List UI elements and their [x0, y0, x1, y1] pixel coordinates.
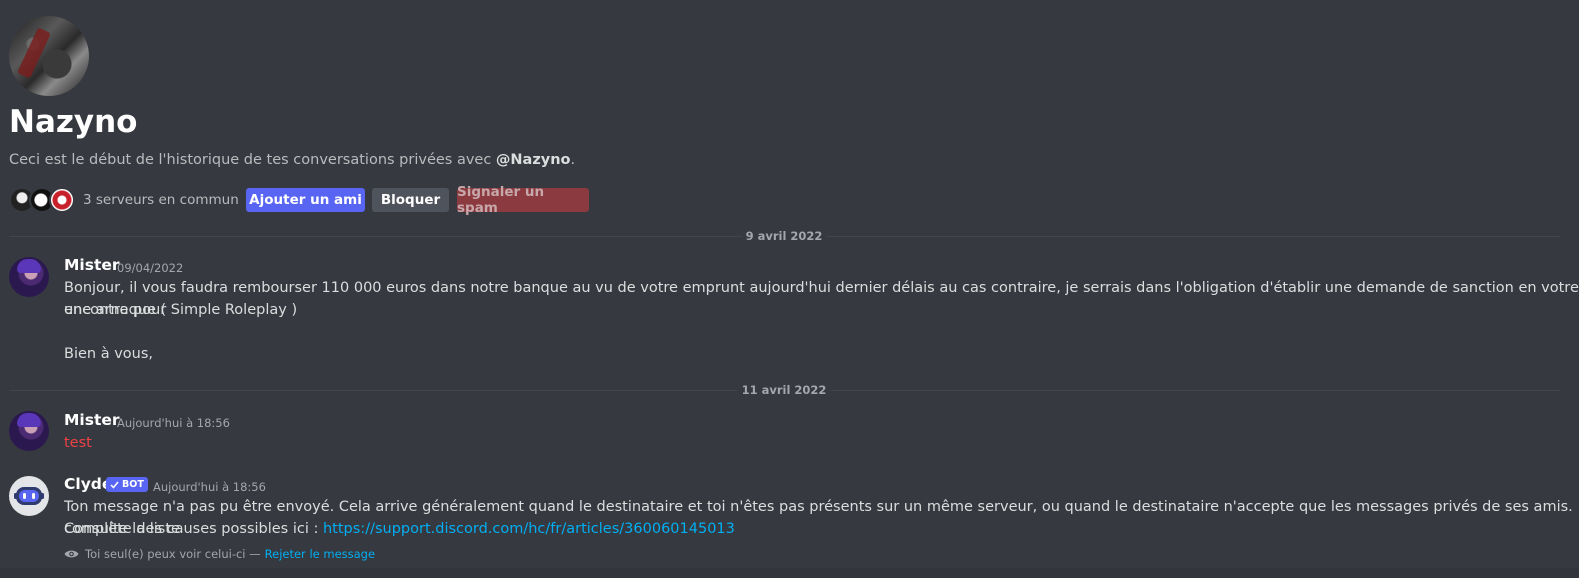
- message-content-line: complète des causes possibles ici : http…: [64, 521, 735, 537]
- user-avatar-large[interactable]: [9, 16, 89, 96]
- message-author[interactable]: Mister: [64, 411, 120, 429]
- dm-username: Nazyno: [9, 104, 138, 140]
- clyde-avatar[interactable]: [9, 476, 49, 516]
- message-content-line: Bien à vous,: [64, 346, 153, 362]
- message-timestamp: Aujourd'hui à 18:56: [153, 480, 266, 494]
- date-divider-label: 9 avril 2022: [741, 229, 827, 243]
- message-timestamp: 09/04/2022: [117, 261, 184, 275]
- block-button[interactable]: Bloquer: [372, 188, 449, 212]
- date-divider-label: 11 avril 2022: [737, 383, 831, 397]
- bottom-edge: [0, 568, 1579, 578]
- author-avatar[interactable]: [9, 257, 49, 297]
- report-spam-button[interactable]: Signaler un spam: [457, 184, 589, 216]
- dm-intro-text: Ceci est le début de l'historique de tes…: [9, 152, 576, 168]
- message-content-line: une arnaque ( Simple Roleplay ): [64, 302, 298, 318]
- ephemeral-note: Toi seul(e) peux voir celui-ci — Rejeter…: [64, 547, 375, 561]
- mutual-servers[interactable]: 3 serveurs en commun: [9, 187, 271, 213]
- message-content: test: [64, 435, 92, 451]
- dismiss-message-link[interactable]: Rejeter le message: [265, 547, 375, 561]
- user-mention[interactable]: @Nazyno: [496, 152, 571, 168]
- add-friend-button[interactable]: Ajouter un ami: [246, 188, 365, 212]
- server-icon: [49, 187, 75, 213]
- clyde-robot-icon: [14, 487, 44, 505]
- author-avatar[interactable]: [9, 411, 49, 451]
- dm-channel: Nazyno Ceci est le début de l'historique…: [0, 0, 1579, 578]
- bot-check-icon: [110, 481, 119, 489]
- message-timestamp: Aujourd'hui à 18:56: [117, 416, 230, 430]
- eye-icon: [64, 550, 79, 558]
- bot-tag: BOT: [106, 477, 148, 492]
- support-link[interactable]: https://support.discord.com/hc/fr/articl…: [323, 521, 735, 537]
- message-author[interactable]: Mister: [64, 256, 120, 274]
- mutual-servers-label[interactable]: 3 serveurs en commun: [83, 192, 239, 208]
